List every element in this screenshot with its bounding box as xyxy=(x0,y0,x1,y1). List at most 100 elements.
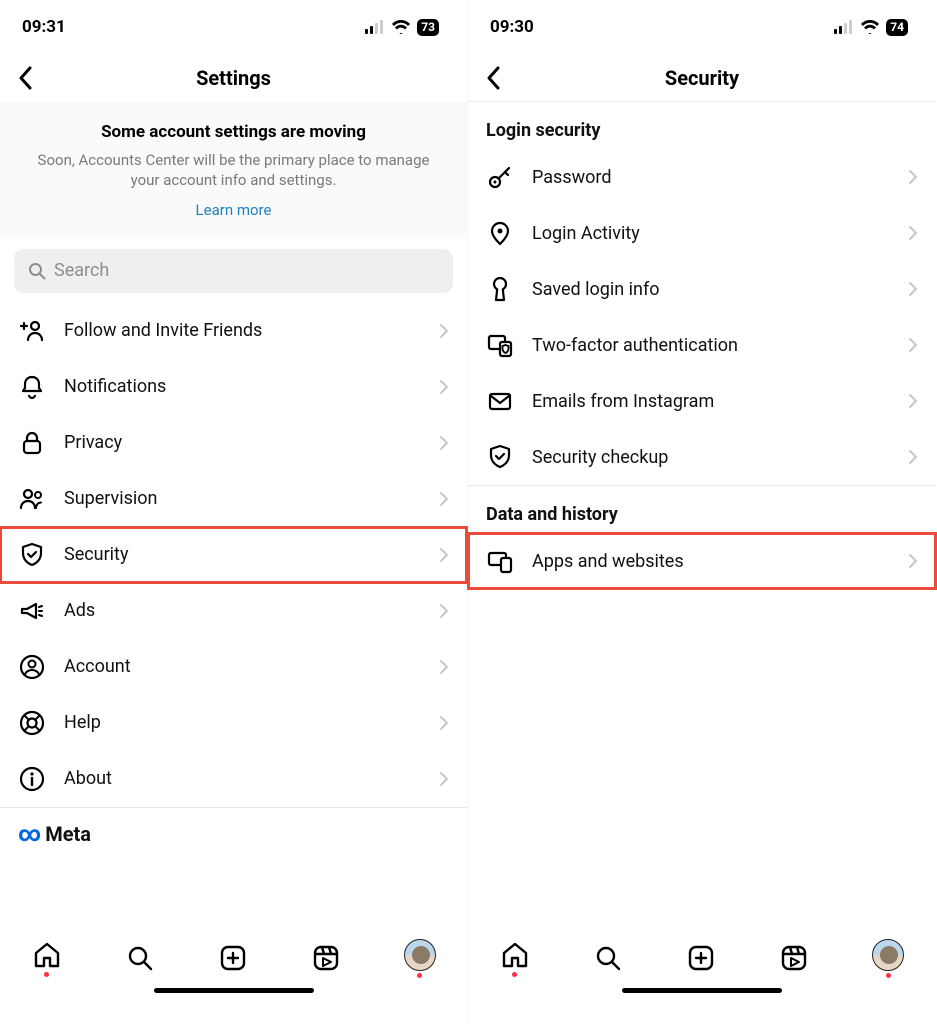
chevron-right-icon xyxy=(439,323,449,339)
row-label: Apps and websites xyxy=(532,551,890,572)
tab-search[interactable] xyxy=(125,943,155,973)
home-icon xyxy=(500,940,530,970)
chevron-right-icon xyxy=(439,491,449,507)
row-label: Saved login info xyxy=(532,279,890,300)
search-wrap: Search xyxy=(0,237,467,303)
cellular-icon xyxy=(365,20,385,34)
bottom-nav xyxy=(468,928,936,1024)
tabbar xyxy=(468,928,936,988)
devices-icon xyxy=(486,547,514,575)
profile-avatar-icon xyxy=(872,939,904,971)
home-indicator xyxy=(154,988,314,993)
tab-create[interactable] xyxy=(218,943,248,973)
row-password[interactable]: Password xyxy=(468,149,936,205)
row-two-factor[interactable]: Two-factor authentication xyxy=(468,317,936,373)
notification-dot-icon xyxy=(886,973,891,978)
row-security-checkup[interactable]: Security checkup xyxy=(468,429,936,485)
battery-level-icon: 74 xyxy=(886,19,908,36)
row-saved-login[interactable]: Saved login info xyxy=(468,261,936,317)
account-circle-icon xyxy=(18,653,46,681)
status-bar: 09:30 74 xyxy=(468,0,936,54)
reels-icon xyxy=(311,943,341,973)
row-help[interactable]: Help xyxy=(0,695,467,751)
row-supervision[interactable]: Supervision xyxy=(0,471,467,527)
row-account[interactable]: Account xyxy=(0,639,467,695)
status-time: 09:31 xyxy=(22,17,66,37)
nav-header: Settings xyxy=(0,54,467,102)
back-button[interactable] xyxy=(12,64,40,92)
row-apps-websites[interactable]: Apps and websites xyxy=(468,533,936,589)
page-title: Settings xyxy=(196,66,271,90)
notification-dot-icon xyxy=(44,972,49,977)
tab-reels[interactable] xyxy=(779,943,809,973)
row-security[interactable]: Security xyxy=(0,527,467,583)
search-icon xyxy=(28,262,46,280)
login-security-list: Password Login Activity Saved login info… xyxy=(468,149,936,485)
row-follow-invite[interactable]: Follow and Invite Friends xyxy=(0,303,467,359)
chevron-right-icon xyxy=(439,435,449,451)
section-data-history: Data and history xyxy=(468,486,936,533)
chevron-right-icon xyxy=(908,225,918,241)
row-label: Security checkup xyxy=(532,447,890,468)
row-label: Login Activity xyxy=(532,223,890,244)
learn-more-link[interactable]: Learn more xyxy=(30,201,437,219)
row-privacy[interactable]: Privacy xyxy=(0,415,467,471)
row-label: Supervision xyxy=(64,488,421,509)
home-indicator xyxy=(622,988,782,993)
status-icons: 73 xyxy=(365,19,439,36)
mail-icon xyxy=(486,387,514,415)
shield-check-icon xyxy=(18,541,46,569)
meta-brand: ∞ Meta xyxy=(0,808,467,855)
row-about[interactable]: About xyxy=(0,751,467,807)
screen-settings: 09:31 73 Settings Some account settings … xyxy=(0,0,468,1024)
tab-create[interactable] xyxy=(686,943,716,973)
tab-home[interactable] xyxy=(32,940,62,977)
location-pin-icon xyxy=(486,219,514,247)
chevron-right-icon xyxy=(439,379,449,395)
section-login-security: Login security xyxy=(468,102,936,149)
chevron-right-icon xyxy=(439,547,449,563)
battery-level-icon: 73 xyxy=(417,19,439,36)
tabbar xyxy=(0,928,467,988)
tab-profile[interactable] xyxy=(404,939,436,978)
row-label: Account xyxy=(64,656,421,677)
notification-dot-icon xyxy=(417,973,422,978)
chevron-right-icon xyxy=(908,281,918,297)
search-input[interactable]: Search xyxy=(14,249,453,293)
keyhole-icon xyxy=(486,275,514,303)
tab-profile[interactable] xyxy=(872,939,904,978)
row-login-activity[interactable]: Login Activity xyxy=(468,205,936,261)
bell-icon xyxy=(18,373,46,401)
page-title: Security xyxy=(665,66,739,90)
chevron-right-icon xyxy=(439,771,449,787)
row-emails[interactable]: Emails from Instagram xyxy=(468,373,936,429)
wifi-icon xyxy=(860,20,880,34)
search-placeholder: Search xyxy=(54,260,109,281)
row-label: Notifications xyxy=(64,376,421,397)
chevron-right-icon xyxy=(908,337,918,353)
tab-home[interactable] xyxy=(500,940,530,977)
home-icon xyxy=(32,940,62,970)
tab-search[interactable] xyxy=(593,943,623,973)
reels-icon xyxy=(779,943,809,973)
life-ring-icon xyxy=(18,709,46,737)
lock-icon xyxy=(18,429,46,457)
chevron-right-icon xyxy=(908,169,918,185)
nav-header: Security xyxy=(468,54,936,102)
create-post-icon xyxy=(686,943,716,973)
key-icon xyxy=(486,163,514,191)
row-notifications[interactable]: Notifications xyxy=(0,359,467,415)
row-label: Follow and Invite Friends xyxy=(64,320,421,341)
row-ads[interactable]: Ads xyxy=(0,583,467,639)
row-label: Two-factor authentication xyxy=(532,335,890,356)
profile-avatar-icon xyxy=(404,939,436,971)
status-time: 09:30 xyxy=(490,17,534,37)
data-history-list: Apps and websites xyxy=(468,533,936,589)
meta-logo-icon: ∞ xyxy=(18,822,41,847)
cellular-icon xyxy=(834,20,854,34)
row-label: About xyxy=(64,768,421,789)
tab-reels[interactable] xyxy=(311,943,341,973)
people-icon xyxy=(18,485,46,513)
notice-body: Soon, Accounts Center will be the primar… xyxy=(30,150,437,191)
back-button[interactable] xyxy=(480,64,508,92)
